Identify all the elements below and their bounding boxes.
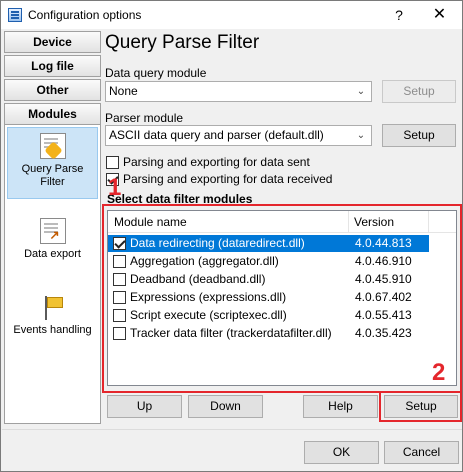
down-button[interactable]: Down — [188, 395, 263, 418]
flag-icon — [40, 294, 66, 320]
close-button[interactable]: ✕ — [417, 1, 462, 29]
title-bar: Configuration options ? ✕ — [1, 1, 462, 29]
help-button[interactable]: Help — [303, 395, 378, 418]
tab-device[interactable]: Device — [4, 31, 101, 53]
up-button[interactable]: Up — [107, 395, 182, 418]
data-query-module-select[interactable]: None ⌄ — [105, 81, 372, 102]
sidebar-item-data-export[interactable]: ↗ Data export — [7, 213, 98, 273]
parser-module-value: ASCII data query and parser (default.dll… — [109, 128, 324, 142]
sidebar-item-events-handling[interactable]: Events handling — [7, 289, 98, 349]
parser-module-label: Parser module — [105, 111, 184, 125]
app-icon — [8, 8, 22, 22]
annotation-marker-1: 1 — [108, 174, 122, 201]
highlight-box-setup — [379, 391, 462, 422]
tab-modules[interactable]: Modules — [4, 103, 101, 125]
dialog-footer: OK Cancel — [2, 429, 462, 471]
title-help-button[interactable]: ? — [382, 1, 416, 29]
data-query-module-label: Data query module — [105, 66, 207, 80]
main-content: Query Parse Filter Data query module Non… — [102, 29, 462, 427]
parser-module-select[interactable]: ASCII data query and parser (default.dll… — [105, 125, 372, 146]
sidebar-item-label: Data export — [24, 248, 81, 260]
window-title: Configuration options — [28, 8, 142, 22]
checkbox-data-sent[interactable] — [106, 156, 119, 169]
highlight-box-table — [102, 204, 462, 393]
checkbox-data-sent-label: Parsing and exporting for data sent — [123, 155, 310, 169]
modules-list: Query Parse Filter ↗ Data export Events … — [4, 124, 101, 424]
checkbox-data-received-label: Parsing and exporting for data received — [123, 172, 333, 186]
configuration-dialog: Configuration options ? ✕ Device Log fil… — [0, 0, 463, 472]
annotation-marker-2: 2 — [432, 359, 446, 386]
page-title: Query Parse Filter — [105, 32, 260, 53]
data-query-module-value: None — [109, 84, 138, 98]
puzzle-document-icon — [39, 133, 66, 160]
sidebar: Device Log file Other Modules Query Pars… — [2, 29, 103, 427]
sidebar-item-label: Query Parse Filter — [21, 163, 84, 188]
cancel-button[interactable]: Cancel — [384, 441, 459, 464]
sidebar-item-query-parse-filter[interactable]: Query Parse Filter — [7, 127, 98, 199]
tab-other[interactable]: Other — [4, 79, 101, 101]
chevron-down-icon: ⌄ — [356, 86, 366, 97]
tab-log-file[interactable]: Log file — [4, 55, 101, 77]
export-document-icon: ↗ — [39, 218, 66, 244]
parser-setup-button[interactable]: Setup — [382, 124, 456, 147]
data-query-setup-button[interactable]: Setup — [382, 80, 456, 103]
ok-button[interactable]: OK — [304, 441, 379, 464]
sidebar-item-label: Events handling — [13, 324, 92, 336]
chevron-down-icon: ⌄ — [356, 130, 366, 141]
